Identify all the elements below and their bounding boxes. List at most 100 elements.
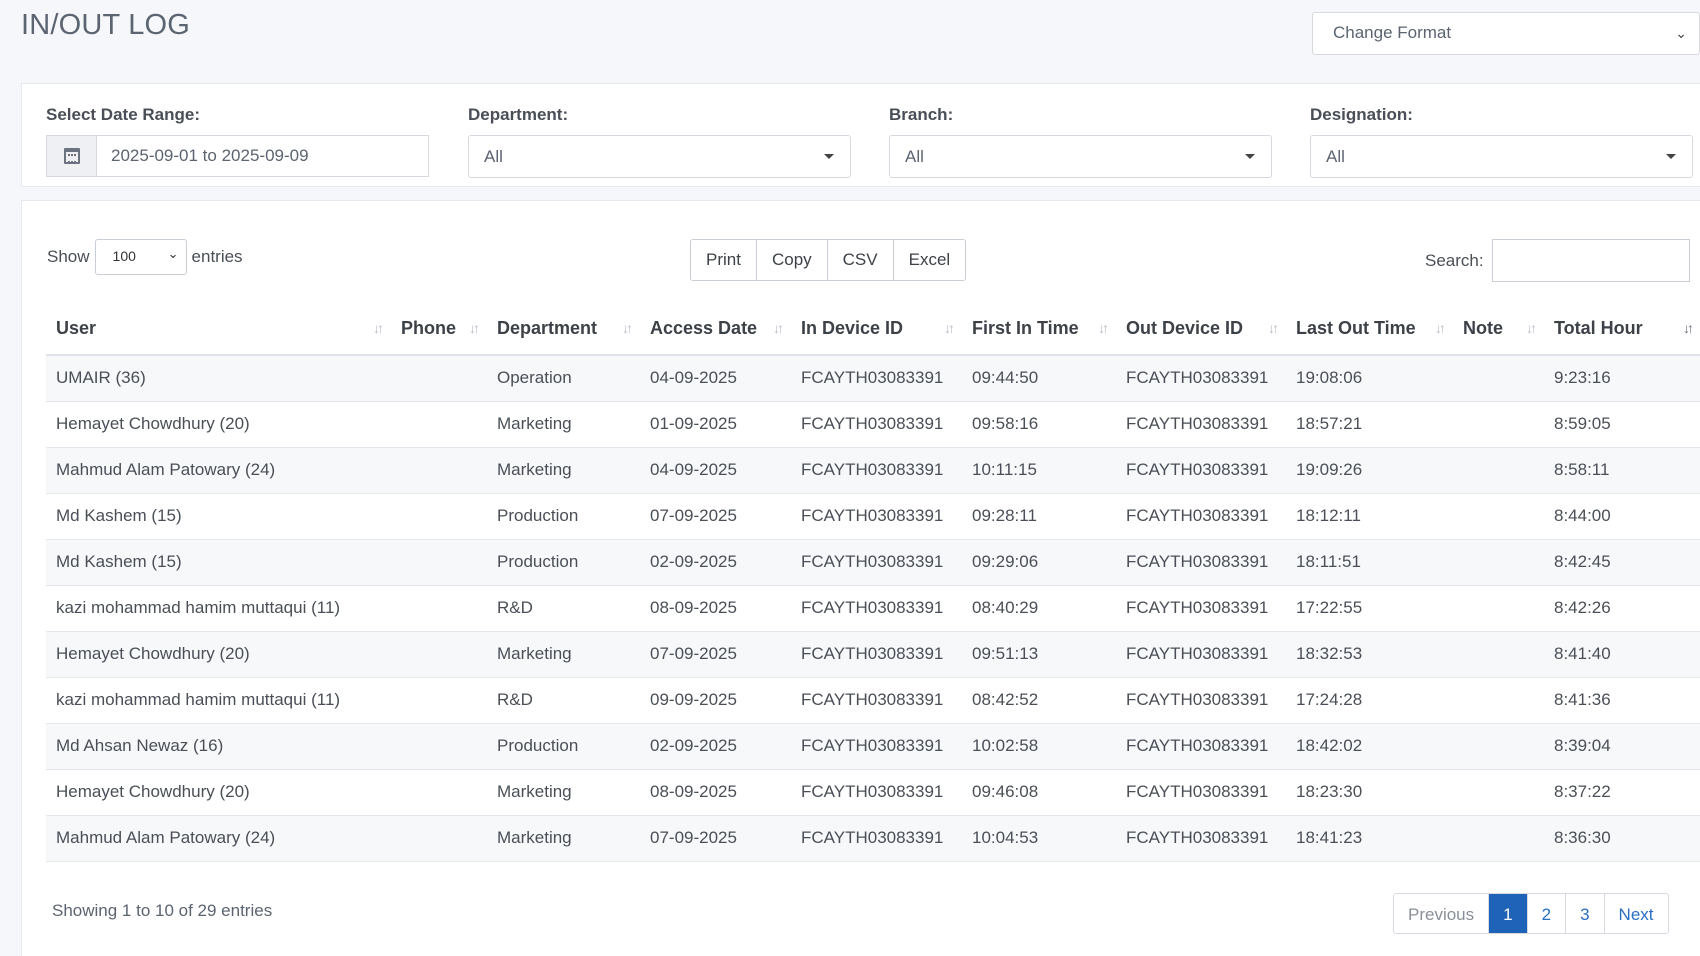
designation-select[interactable]: All <box>1310 135 1693 178</box>
column-header-out-device-id[interactable]: Out Device ID ↓↑ <box>1116 303 1286 356</box>
table-cell: Md Kashem (15) <box>46 539 391 586</box>
table-cell: 10:04:53 <box>962 815 1116 862</box>
search-input[interactable] <box>1491 239 1690 282</box>
sort-icon: ↓↑ <box>944 320 955 336</box>
table-cell: 18:32:53 <box>1286 631 1453 678</box>
table-cell <box>1453 401 1544 448</box>
table-cell: FCAYTH03083391 <box>791 723 962 770</box>
table-cell: 17:22:55 <box>1286 585 1453 632</box>
table-cell <box>391 815 487 862</box>
table-cell <box>391 677 487 724</box>
change-format-select[interactable]: Change Format ⌄ <box>1312 12 1700 55</box>
table-cell: 01-09-2025 <box>640 401 791 448</box>
table-cell <box>391 585 487 632</box>
table-cell: Marketing <box>487 631 640 678</box>
column-header-note[interactable]: Note ↓↑ <box>1453 303 1544 356</box>
chevron-down-icon: ⌄ <box>1675 25 1687 41</box>
sort-icon: ↓↑ <box>1526 320 1537 336</box>
table-cell: 18:41:23 <box>1286 815 1453 862</box>
table-cell: 09:44:50 <box>962 355 1116 402</box>
branch-filter: Branch: All <box>889 105 1272 178</box>
table-cell: 8:58:11 <box>1544 447 1700 494</box>
table-cell <box>391 447 487 494</box>
table-cell: Md Ahsan Newaz (16) <box>46 723 391 770</box>
page-1-button[interactable]: 1 <box>1489 894 1528 933</box>
date-range-filter: Select Date Range: 2025-09-01 to 2025-09… <box>46 105 429 177</box>
branch-select[interactable]: All <box>889 135 1272 178</box>
table-cell: 8:37:22 <box>1544 769 1700 816</box>
table-cell: 17:24:28 <box>1286 677 1453 724</box>
table-row: Mahmud Alam Patowary (24) Marketing 04-09-… <box>46 447 1700 494</box>
csv-button[interactable]: CSV <box>827 240 894 280</box>
date-range-input[interactable]: 2025-09-01 to 2025-09-09 <box>96 135 429 177</box>
caret-down-icon <box>1666 154 1676 159</box>
copy-button[interactable]: Copy <box>756 240 828 280</box>
table-cell: 19:08:06 <box>1286 355 1453 402</box>
column-header-department[interactable]: Department ↓↑ <box>487 303 640 356</box>
column-header-label: Department <box>497 318 598 338</box>
table-cell: 02-09-2025 <box>640 539 791 586</box>
table-cell: FCAYTH03083391 <box>1116 493 1286 540</box>
column-header-first-in-time[interactable]: First In Time ↓↑ <box>962 303 1116 356</box>
table-row: kazi mohammad hamim muttaqui (11) R&D 09-0… <box>46 677 1700 724</box>
table-cell: 8:39:04 <box>1544 723 1700 770</box>
column-header-label: First In Time <box>972 318 1079 338</box>
calendar-button[interactable] <box>46 135 96 177</box>
entries-length-value: 100 <box>112 248 136 264</box>
search: Search: <box>1425 239 1690 282</box>
column-header-access-date[interactable]: Access Date ↓↑ <box>640 303 791 356</box>
table-cell <box>1453 585 1544 632</box>
department-label: Department: <box>468 105 569 124</box>
table-cell: 09:29:06 <box>962 539 1116 586</box>
table-cell: 9:23:16 <box>1544 355 1700 402</box>
table-cell <box>391 723 487 770</box>
column-header-user[interactable]: User ↓↑ <box>46 303 391 356</box>
table-cell: FCAYTH03083391 <box>1116 631 1286 678</box>
table-cell: 09:46:08 <box>962 769 1116 816</box>
table-cell: 8:41:40 <box>1544 631 1700 678</box>
calendar-icon <box>63 148 80 164</box>
table-cell: R&D <box>487 585 640 632</box>
table-cell: 09:51:13 <box>962 631 1116 678</box>
column-header-label: Access Date <box>650 318 758 338</box>
previous-button[interactable]: Previous <box>1394 894 1490 933</box>
table-cell <box>391 539 487 586</box>
table-cell <box>1453 355 1544 402</box>
column-header-total-hour[interactable]: Total Hour ↓↑ <box>1544 303 1700 356</box>
column-header-in-device-id[interactable]: In Device ID ↓↑ <box>791 303 962 356</box>
entries-length-select[interactable]: 100 ⌄ <box>94 239 187 275</box>
table-cell: Marketing <box>487 815 640 862</box>
department-select[interactable]: All <box>468 135 851 178</box>
table-cell <box>391 631 487 678</box>
table-cell: 09-09-2025 <box>640 677 791 724</box>
table-cell: 04-09-2025 <box>640 355 791 402</box>
table-cell: Marketing <box>487 447 640 494</box>
page-3-button[interactable]: 3 <box>1566 894 1605 933</box>
print-button[interactable]: Print <box>691 240 757 280</box>
sort-icon: ↓↑ <box>373 320 384 336</box>
table-cell: FCAYTH03083391 <box>791 815 962 862</box>
table-row: Mahmud Alam Patowary (24) Marketing 07-09-… <box>46 815 1700 862</box>
branch-label: Branch: <box>889 105 954 124</box>
table-cell: FCAYTH03083391 <box>1116 815 1286 862</box>
table-row: Md Ahsan Newaz (16) Production 02-09-2025 F… <box>46 723 1700 770</box>
sort-icon: ↓↑ <box>1098 320 1109 336</box>
table-cell: 07-09-2025 <box>640 631 791 678</box>
page-2-button[interactable]: 2 <box>1527 894 1567 933</box>
table-cell: FCAYTH03083391 <box>1116 539 1286 586</box>
sort-icon: ↓↑ <box>1268 320 1279 336</box>
next-button[interactable]: Next <box>1604 894 1668 933</box>
column-header-last-out-time[interactable]: Last Out Time ↓↑ <box>1286 303 1453 356</box>
table-cell <box>1453 539 1544 586</box>
table-row: Hemayet Chowdhury (20) Marketing 08-09-202… <box>46 769 1700 816</box>
date-range-label: Select Date Range: <box>46 105 200 124</box>
column-header-phone[interactable]: Phone ↓↑ <box>391 303 487 356</box>
table-info: Showing 1 to 10 of 29 entries <box>52 901 273 920</box>
excel-button[interactable]: Excel <box>893 240 966 280</box>
table-cell <box>1453 723 1544 770</box>
filter-panel: Select Date Range: 2025-09-01 to 2025-09… <box>21 83 1700 187</box>
table-cell: FCAYTH03083391 <box>1116 585 1286 632</box>
column-header-label: User <box>56 318 97 338</box>
column-header-label: Out Device ID <box>1126 318 1244 338</box>
table-cell <box>1453 677 1544 724</box>
